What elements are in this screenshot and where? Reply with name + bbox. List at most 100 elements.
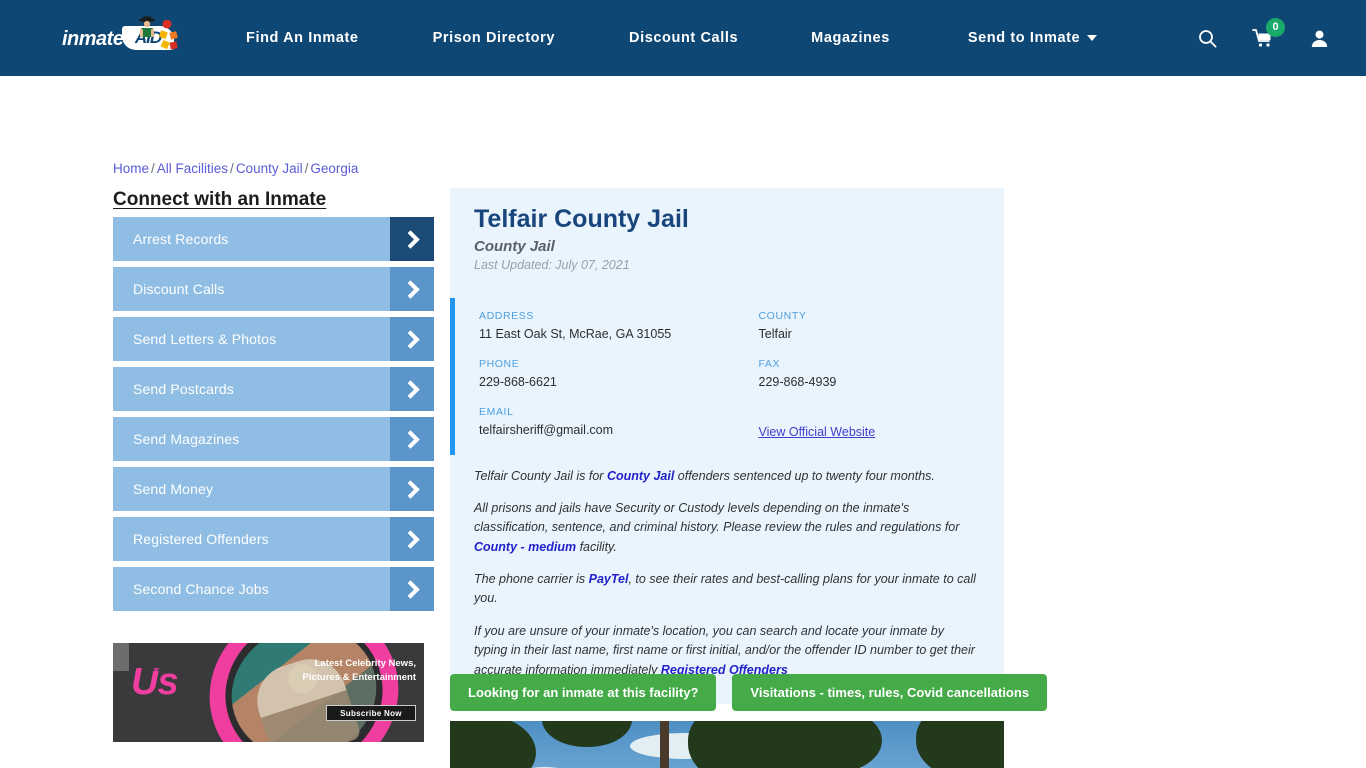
ad-copy-text: Latest Celebrity News, Pictures & Entert…: [302, 658, 417, 683]
contact-email-label: EMAIL: [479, 405, 514, 418]
contact-email-value: telfairsheriff@gmail.com: [479, 422, 614, 437]
desc-p1-text-b: offenders sentenced up to twenty four mo…: [674, 468, 935, 483]
sidebar-item-send-money[interactable]: Send Money: [113, 467, 434, 511]
desc-p1-link-county-jail[interactable]: County Jail: [607, 469, 674, 483]
chevron-right-icon: [390, 267, 434, 311]
tree-canopy: [542, 721, 632, 747]
last-updated-text: Last Updated: July 07, 2021: [474, 257, 630, 272]
sidebar-item-arrest-records[interactable]: Arrest Records: [113, 217, 434, 261]
contact-phone-label: PHONE: [479, 357, 520, 370]
page-body: Home / All Facilities / County Jail / Georgia …: [0, 76, 1366, 768]
sidebar-item-discount-calls[interactable]: Discount Calls: [113, 267, 434, 311]
breadcrumb: Home / All Facilities / County Jail / Georgia: [113, 161, 358, 176]
nav-link-send-to-inmate[interactable]: Send to Inmate: [967, 22, 1098, 54]
nav-link-send-to-inmate-label: Send to Inmate: [967, 30, 1081, 46]
view-official-website-link[interactable]: View Official Website: [759, 425, 876, 439]
facility-type-label: County Jail: [474, 237, 555, 255]
sidebar-heading: Connect with an Inmate: [113, 189, 327, 210]
tree-trunk: [660, 721, 669, 768]
logo-confetti-icon: [158, 20, 178, 50]
chevron-right-icon: [390, 367, 434, 411]
desc-p3-text-a: The phone carrier is: [474, 572, 589, 586]
nav-icon-group: 0: [1194, 18, 1332, 51]
contact-county: COUNTY Telfair: [759, 310, 981, 341]
desc-p2-text-a: All prisons and jails have Security or C…: [474, 500, 960, 535]
sidebar-nav-list: Arrest Records Discount Calls Send Lette…: [113, 217, 434, 617]
chevron-right-icon: [390, 317, 434, 361]
nav-link-prison-directory[interactable]: Prison Directory: [433, 22, 555, 54]
sidebar-item-registered-offenders[interactable]: Registered Offenders: [113, 517, 434, 561]
contact-county-label: COUNTY: [758, 309, 807, 322]
breadcrumb-item-georgia[interactable]: Georgia: [310, 161, 358, 176]
contact-fax-label: FAX: [758, 357, 781, 370]
cart-count-badge: 0: [1266, 18, 1285, 37]
sidebar-item-send-postcards[interactable]: Send Postcards: [113, 367, 434, 411]
logo-wordmark: inmate: [62, 28, 124, 50]
contact-address: ADDRESS 11 East Oak St, McRae, GA 31055: [479, 310, 730, 341]
desc-p3-link-paytel[interactable]: PayTel: [589, 572, 629, 586]
sidebar-item-label: Send Letters & Photos: [133, 331, 277, 347]
ad-corner-marker: [113, 643, 129, 671]
description-paragraph-3: The phone carrier is PayTel, to see thei…: [474, 570, 980, 609]
chevron-right-icon: [390, 517, 434, 561]
contact-column-left: ADDRESS 11 East Oak St, McRae, GA 31055 …: [479, 310, 730, 441]
description-paragraph-4: If you are unsure of your inmate's locat…: [474, 622, 980, 680]
visitations-info-button[interactable]: Visitations - times, rules, Covid cancel…: [732, 674, 1048, 711]
contact-address-value: 11 East Oak St, McRae, GA 31055: [479, 326, 672, 341]
search-icon[interactable]: [1194, 25, 1220, 51]
site-logo[interactable]: inmate AID: [62, 16, 178, 60]
breadcrumb-separator: /: [230, 161, 234, 176]
breadcrumb-item-home[interactable]: Home: [113, 161, 149, 176]
facility-info-panel: Telfair County Jail County Jail Last Upd…: [450, 188, 1004, 704]
ad-brand-sublabel: WEEKLY: [147, 667, 174, 673]
nav-link-discount-calls[interactable]: Discount Calls: [629, 22, 738, 54]
contact-phone: PHONE 229-868-6621: [479, 358, 730, 389]
tree-canopy: [450, 721, 536, 768]
primary-nav-links: Find An Inmate Prison Directory Discount…: [238, 22, 1146, 54]
contact-address-label: ADDRESS: [479, 309, 534, 322]
desc-p1-text-a: Telfair County Jail is for: [474, 468, 607, 483]
desc-p2-text-b: facility.: [576, 539, 617, 554]
description-paragraph-1: Telfair County Jail is for County Jail o…: [474, 467, 980, 486]
ad-subscribe-button[interactable]: Subscribe Now: [326, 705, 416, 721]
nav-link-magazines[interactable]: Magazines: [811, 22, 890, 54]
sidebar-item-send-letters-photos[interactable]: Send Letters & Photos: [113, 317, 434, 361]
looking-for-inmate-button[interactable]: Looking for an inmate at this facility?: [450, 674, 717, 711]
breadcrumb-item-county-jail[interactable]: County Jail: [236, 161, 303, 176]
contact-county-value: Telfair: [758, 326, 792, 341]
breadcrumb-item-all-facilities[interactable]: All Facilities: [157, 161, 228, 176]
sidebar-item-label: Registered Offenders: [133, 531, 269, 547]
contact-website: View Official Website: [759, 406, 981, 441]
tree-canopy: [766, 721, 882, 768]
top-navigation-bar: inmate AID Find An Inmate Prison Directo…: [0, 0, 1366, 76]
contact-phone-value: 229-868-6621: [479, 374, 557, 389]
contact-fax: FAX 229-868-4939: [759, 358, 981, 389]
user-icon[interactable]: [1306, 25, 1332, 51]
description-paragraph-2: All prisons and jails have Security or C…: [474, 499, 980, 557]
nav-link-find-an-inmate[interactable]: Find An Inmate: [246, 22, 359, 54]
sidebar-item-label: Send Money: [133, 481, 214, 497]
chevron-right-icon: [390, 567, 434, 611]
contact-fax-value: 229-868-4939: [758, 374, 837, 389]
desc-p2-link-county-medium[interactable]: County - medium: [474, 540, 576, 554]
page-title: Telfair County Jail: [474, 205, 689, 233]
facility-exterior-photo: [450, 721, 1004, 768]
tree-canopy: [916, 721, 1004, 768]
breadcrumb-separator: /: [151, 161, 155, 176]
sidebar-item-label: Send Magazines: [133, 431, 240, 447]
sidebar-advertisement[interactable]: Us WEEKLY Latest Celebrity News, Picture…: [113, 643, 424, 742]
contact-email: EMAIL telfairsheriff@gmail.com: [479, 406, 730, 437]
sidebar-item-second-chance-jobs[interactable]: Second Chance Jobs: [113, 567, 434, 611]
facility-contact-block: ADDRESS 11 East Oak St, McRae, GA 31055 …: [450, 297, 1004, 455]
sidebar-item-label: Arrest Records: [133, 231, 229, 247]
facility-description: Telfair County Jail is for County Jail o…: [450, 455, 1004, 702]
sidebar-item-send-magazines[interactable]: Send Magazines: [113, 417, 434, 461]
chevron-right-icon: [390, 467, 434, 511]
chevron-right-icon: [390, 417, 434, 461]
cta-button-row: Looking for an inmate at this facility? …: [450, 674, 1048, 711]
cart-icon[interactable]: 0: [1250, 18, 1285, 51]
sidebar-item-label: Second Chance Jobs: [133, 581, 269, 597]
sidebar-item-label: Send Postcards: [133, 381, 234, 397]
logo-figure-icon: [139, 16, 155, 37]
sidebar-item-label: Discount Calls: [133, 281, 225, 297]
